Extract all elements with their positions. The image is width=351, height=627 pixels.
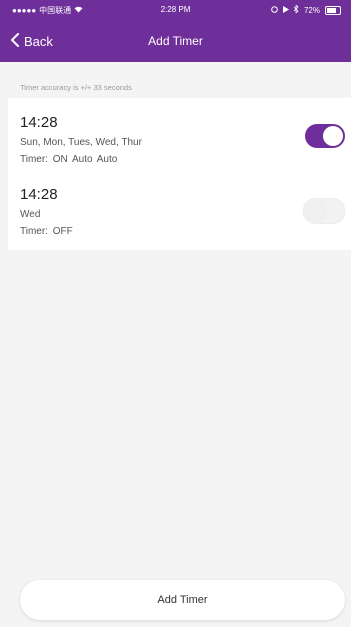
timer-item-2[interactable]: 14:28 Wed Timer: OFF xyxy=(8,180,351,250)
toggle-knob xyxy=(323,126,343,146)
arrow-icon xyxy=(282,5,289,15)
timer-time: 14:28 xyxy=(20,114,58,131)
navigation-bar: Back Add Timer xyxy=(0,26,351,56)
header: ●●●●● 中国联通 2:28 PM 72% Back Add Timer xyxy=(0,0,351,62)
timer-days: Wed xyxy=(20,209,41,220)
timer-item-1[interactable]: 14:28 Sun, Mon, Tues, Wed, Thur Timer: O… xyxy=(8,98,351,174)
screen: ●●●●● 中国联通 2:28 PM 72% Back Add Timer Ti… xyxy=(0,0,351,627)
timer-days: Sun, Mon, Tues, Wed, Thur xyxy=(20,137,142,148)
timer-toggle-on[interactable] xyxy=(305,124,345,148)
timer-toggle-off[interactable] xyxy=(303,198,345,224)
page-title: Add Timer xyxy=(148,34,203,48)
bluetooth-icon xyxy=(293,4,299,15)
timer-time: 14:28 xyxy=(20,186,58,203)
timer-status: Timer: ON Auto Auto xyxy=(20,154,118,165)
battery-percent: 72% xyxy=(303,5,320,15)
accuracy-note: Timer accuracy is +/+ 33 seconds xyxy=(20,83,132,92)
status-bar: ●●●●● 中国联通 2:28 PM 72% xyxy=(0,0,351,20)
timer-status: Timer: OFF xyxy=(20,226,73,237)
status-right: 72% xyxy=(271,4,341,15)
toggle-knob xyxy=(306,201,326,221)
add-timer-button[interactable]: Add Timer xyxy=(20,580,345,620)
battery-icon xyxy=(325,5,341,15)
location-icon xyxy=(271,5,278,15)
timer-list: 14:28 Sun, Mon, Tues, Wed, Thur Timer: O… xyxy=(8,98,351,250)
